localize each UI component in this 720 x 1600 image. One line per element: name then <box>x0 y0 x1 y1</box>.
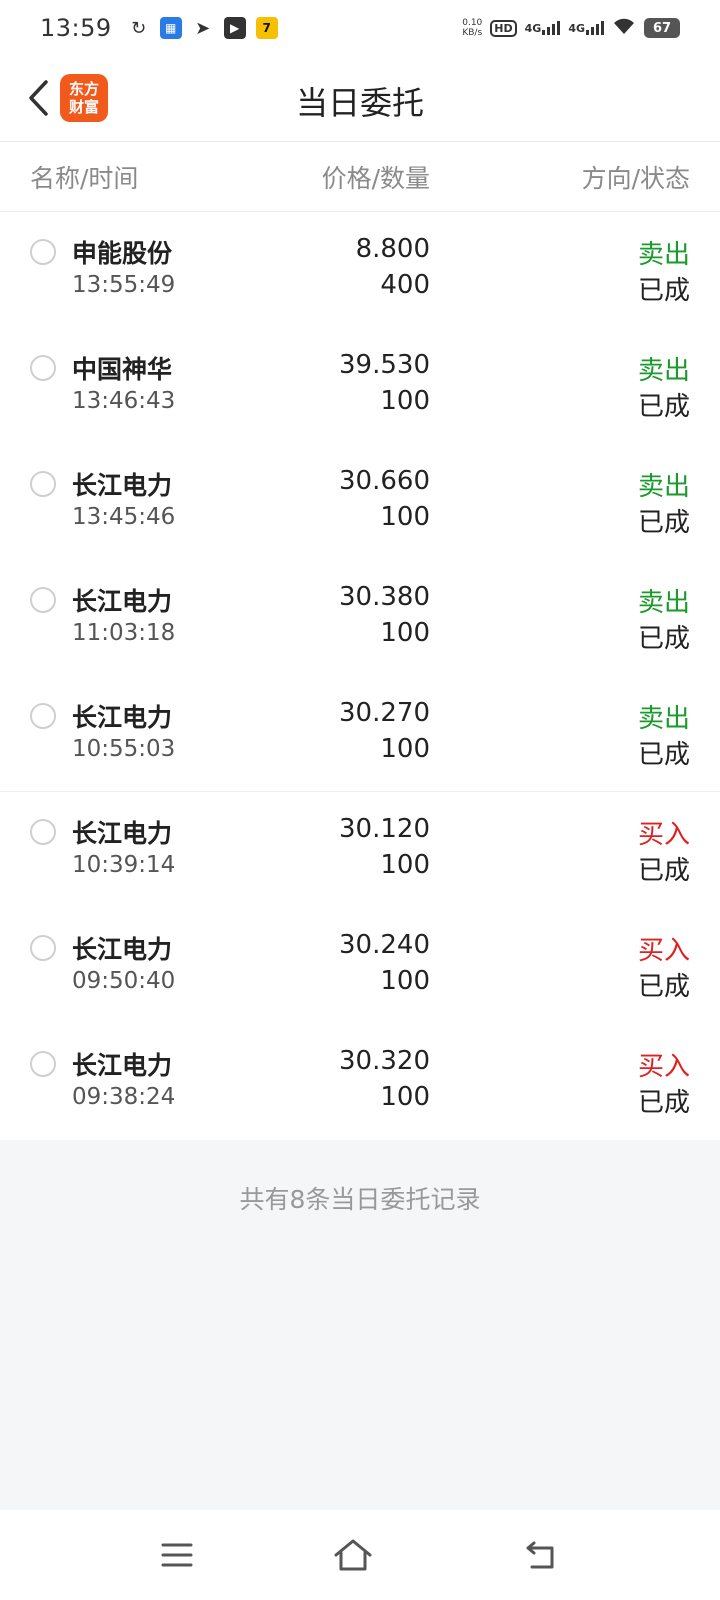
order-quantity: 100 <box>380 850 430 880</box>
system-nav-bar <box>0 1510 720 1600</box>
order-direction: 卖出 <box>637 472 690 502</box>
hd-voice-icon: HD <box>490 19 517 37</box>
order-time: 09:38:24 <box>72 1084 176 1110</box>
notification-icons: ↻ ▦ ➤ ▶ 7 <box>128 17 278 39</box>
order-status: 已成 <box>637 856 690 886</box>
home-icon <box>334 1539 372 1571</box>
order-status: 已成 <box>637 1088 690 1118</box>
select-radio[interactable] <box>30 703 56 729</box>
status-bar: 13:59 ↻ ▦ ➤ ▶ 7 0.10 KB/s HD 4G 4G 67 <box>0 0 720 56</box>
signal-4g-icon: 4G <box>525 21 561 35</box>
menu-button[interactable] <box>147 1530 207 1580</box>
signal-4g-icon: 4G <box>568 21 604 35</box>
order-price: 8.800 <box>355 234 430 264</box>
order-price: 30.380 <box>339 582 430 612</box>
select-radio[interactable] <box>30 587 56 613</box>
column-price-qty: 价格/数量 <box>321 163 430 193</box>
wifi-icon <box>612 17 636 40</box>
page-title: 当日委托 <box>295 84 424 122</box>
order-status: 已成 <box>637 508 690 538</box>
seven-app-icon: 7 <box>255 17 278 39</box>
order-time: 09:50:40 <box>72 968 176 994</box>
home-button[interactable] <box>323 1530 383 1580</box>
order-price: 30.240 <box>339 930 430 960</box>
select-radio[interactable] <box>30 1051 56 1077</box>
order-direction: 卖出 <box>637 588 690 618</box>
order-status: 已成 <box>637 392 690 422</box>
order-direction: 卖出 <box>637 356 690 386</box>
stock-name: 长江电力 <box>72 1051 173 1080</box>
select-radio[interactable] <box>30 935 56 961</box>
order-time: 13:45:46 <box>72 504 176 530</box>
order-quantity: 400 <box>380 270 430 300</box>
app-notification-icon: ▦ <box>159 17 182 39</box>
order-row[interactable]: 长江电力 10:55:03 30.270 100 卖出 已成 <box>0 676 720 792</box>
order-status: 已成 <box>637 972 690 1002</box>
order-direction: 卖出 <box>637 240 690 270</box>
network-speed: 0.10 KB/s <box>462 18 483 38</box>
select-radio[interactable] <box>30 819 56 845</box>
column-name-time: 名称/时间 <box>30 163 139 193</box>
order-price: 39.530 <box>339 350 430 380</box>
order-time: 13:46:43 <box>72 388 176 414</box>
order-direction: 买入 <box>637 1052 690 1082</box>
send-icon: ➤ <box>195 17 211 39</box>
order-row[interactable]: 长江电力 11:03:18 30.380 100 卖出 已成 <box>0 560 720 676</box>
order-quantity: 100 <box>380 1082 430 1112</box>
select-radio[interactable] <box>30 239 56 265</box>
menu-icon <box>161 1543 193 1567</box>
status-time: 13:59 <box>40 14 112 42</box>
order-direction: 卖出 <box>637 704 690 734</box>
order-time: 13:55:49 <box>72 272 176 298</box>
stock-name: 长江电力 <box>72 703 173 732</box>
system-indicators: 0.10 KB/s HD 4G 4G 67 <box>462 17 680 40</box>
order-price: 30.320 <box>339 1046 430 1076</box>
back-nav-button[interactable] <box>509 1530 569 1580</box>
order-row[interactable]: 长江电力 13:45:46 30.660 100 卖出 已成 <box>0 444 720 560</box>
stock-name: 长江电力 <box>72 471 173 500</box>
battery-icon: 67 <box>644 18 680 38</box>
stock-name: 长江电力 <box>72 587 173 616</box>
stock-name: 长江电力 <box>72 819 173 848</box>
select-radio[interactable] <box>30 355 56 381</box>
stock-name: 长江电力 <box>72 935 173 964</box>
order-status: 已成 <box>637 740 690 770</box>
order-price: 30.270 <box>339 698 430 728</box>
order-row[interactable]: 中国神华 13:46:43 39.530 100 卖出 已成 <box>0 328 720 444</box>
order-quantity: 100 <box>380 734 430 764</box>
order-row[interactable]: 长江电力 09:50:40 30.240 100 买入 已成 <box>0 908 720 1024</box>
order-row[interactable]: 长江电力 10:39:14 30.120 100 买入 已成 <box>0 792 720 908</box>
sync-icon: ↻ <box>131 17 147 39</box>
order-quantity: 100 <box>380 966 430 996</box>
order-status: 已成 <box>637 276 690 306</box>
column-direction-status: 方向/状态 <box>581 163 690 193</box>
video-icon: ▶ <box>223 17 246 39</box>
order-quantity: 100 <box>380 502 430 532</box>
order-row[interactable]: 申能股份 13:55:49 8.800 400 卖出 已成 <box>0 212 720 328</box>
order-status: 已成 <box>637 624 690 654</box>
order-row[interactable]: 长江电力 09:38:24 30.320 100 买入 已成 <box>0 1024 720 1140</box>
column-header: 名称/时间 价格/数量 方向/状态 <box>0 142 720 212</box>
stock-name: 中国神华 <box>72 355 173 384</box>
order-quantity: 100 <box>380 386 430 416</box>
record-count-text: 共有8条当日委托记录 <box>239 1185 481 1214</box>
order-direction: 买入 <box>637 936 690 966</box>
stock-name: 申能股份 <box>72 239 173 268</box>
order-direction: 买入 <box>637 820 690 850</box>
order-price: 30.120 <box>339 814 430 844</box>
order-time: 10:55:03 <box>72 736 176 762</box>
order-time: 11:03:18 <box>72 620 176 646</box>
app-header: 东方 财富 当日委托 <box>0 56 720 142</box>
order-time: 10:39:14 <box>72 852 176 878</box>
order-price: 30.660 <box>339 466 430 496</box>
select-radio[interactable] <box>30 471 56 497</box>
order-quantity: 100 <box>380 618 430 648</box>
back-arrow-icon <box>526 1541 554 1569</box>
order-list: 申能股份 13:55:49 8.800 400 卖出 已成 中国神华 13:46… <box>0 212 720 1140</box>
list-footer: 共有8条当日委托记录 <box>0 1140 720 1510</box>
